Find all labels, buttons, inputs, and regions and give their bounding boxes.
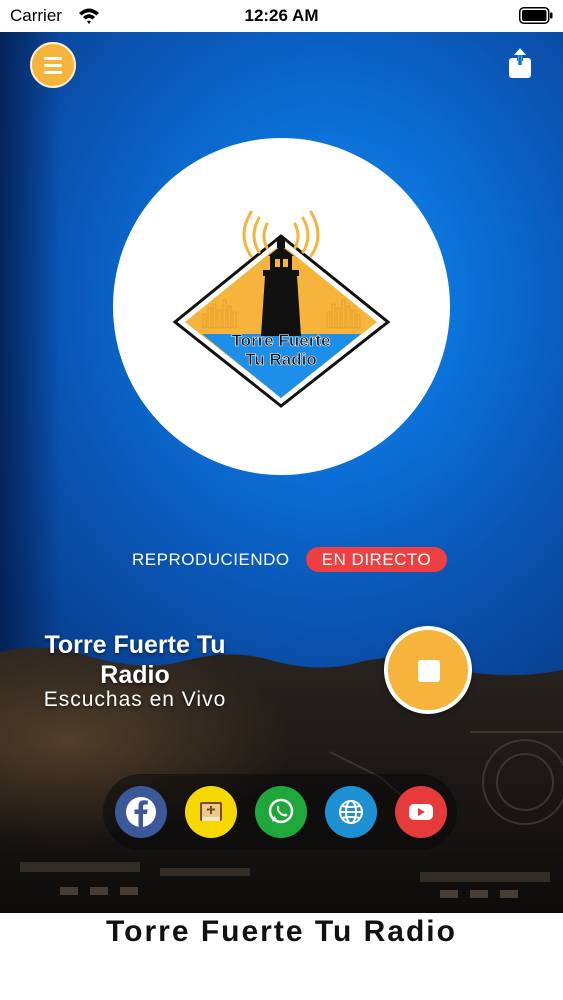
- station-logo: Torre Fuerte Tu Radio: [113, 138, 450, 475]
- station-name: Torre Fuerte Tu Radio: [44, 631, 226, 689]
- playback-status: REPRODUCIENDO EN DIRECTO: [0, 547, 563, 573]
- status-bar: Carrier 12:26 AM: [0, 0, 563, 32]
- social-links-bar: [103, 774, 457, 850]
- footer-title: Torre Fuerte Tu Radio: [106, 915, 457, 948]
- stop-icon: [418, 660, 440, 682]
- status-label: REPRODUCIENDO: [132, 550, 290, 569]
- bible-button[interactable]: [185, 786, 237, 838]
- whatsapp-button[interactable]: [255, 786, 307, 838]
- player-screen: Torre Fuerte Tu Radio REPRODUCIENDO EN D…: [0, 32, 563, 913]
- logo-text-line2: Tu Radio: [245, 350, 316, 369]
- youtube-button[interactable]: [395, 786, 447, 838]
- status-time: 12:26 AM: [244, 6, 319, 25]
- facebook-button[interactable]: [115, 786, 167, 838]
- stop-button[interactable]: [384, 626, 472, 714]
- lighthouse-logo-icon: Torre Fuerte Tu Radio: [172, 210, 391, 408]
- menu-button[interactable]: [30, 42, 76, 88]
- globe-icon: [325, 786, 377, 838]
- footer: Torre Fuerte Tu Radio: [0, 913, 563, 1000]
- facebook-icon: [115, 786, 167, 838]
- website-button[interactable]: [325, 786, 377, 838]
- bible-icon: [185, 786, 237, 838]
- live-badge: EN DIRECTO: [306, 547, 447, 572]
- whatsapp-icon: [255, 786, 307, 838]
- battery-icon: [519, 7, 553, 24]
- logo-text-line1: Torre Fuerte: [232, 331, 331, 350]
- station-subtitle: Escuchas en Vivo: [43, 688, 227, 711]
- share-icon[interactable]: [505, 46, 535, 80]
- youtube-icon: [395, 786, 447, 838]
